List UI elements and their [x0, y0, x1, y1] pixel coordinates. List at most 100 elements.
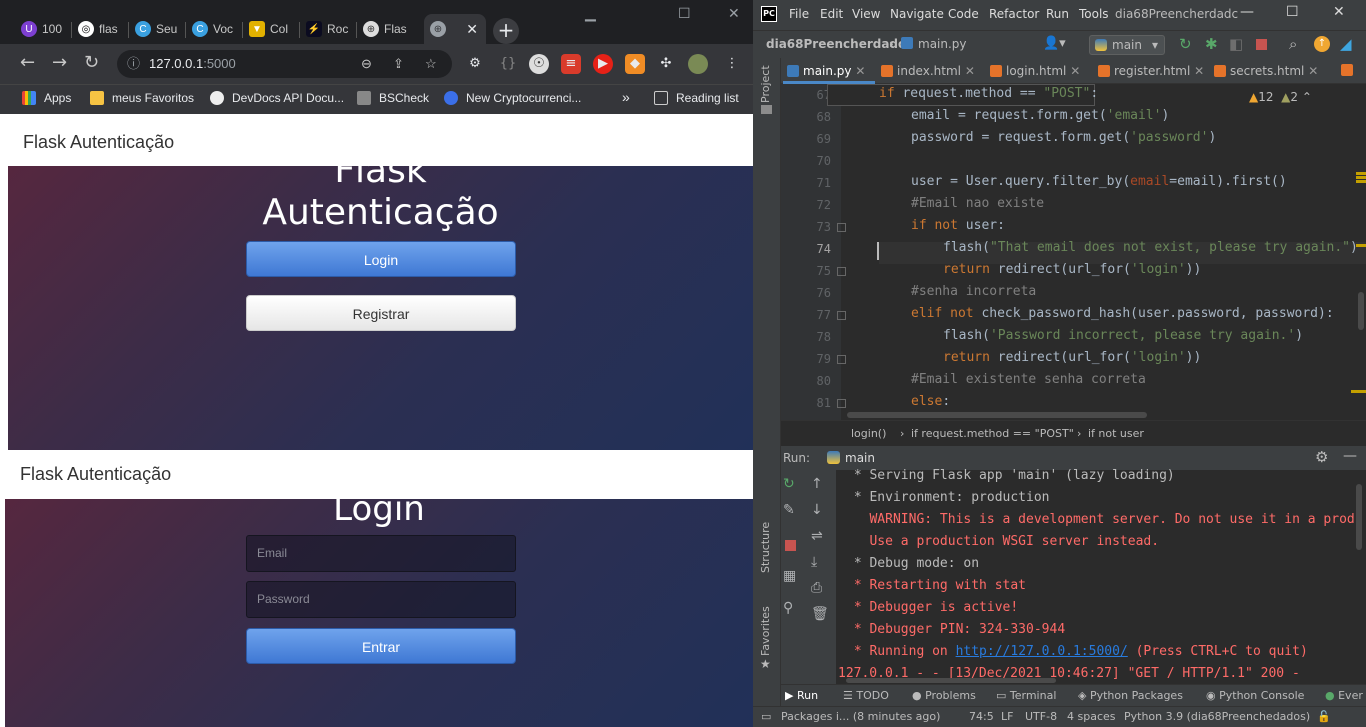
fold-marker-icon[interactable]: [837, 399, 846, 408]
fold-marker-icon[interactable]: [837, 223, 846, 232]
python-console-tool-tab[interactable]: ◉ Python Console: [1206, 689, 1304, 702]
zoom-icon[interactable]: ⊖: [361, 50, 372, 78]
bookmark-folder[interactable]: meus Favoritos: [90, 91, 194, 105]
editor-tab-secrets[interactable]: secrets.html ✕: [1210, 58, 1324, 84]
python-packages-tool-tab[interactable]: ◈ Python Packages: [1078, 689, 1183, 702]
extension-owl-icon[interactable]: ☉: [529, 54, 549, 74]
navbar-brand[interactable]: Flask Autenticação: [5, 450, 753, 499]
gear-icon[interactable]: ⚙: [1315, 448, 1328, 466]
back-icon[interactable]: ←: [20, 52, 35, 73]
chevron-up-icon[interactable]: ⌃: [1302, 90, 1312, 104]
extension-gear-icon[interactable]: ⚙: [465, 54, 485, 74]
menu-view[interactable]: View: [852, 7, 880, 21]
breadcrumb-item[interactable]: if not user: [1088, 427, 1144, 440]
vertical-scrollbar[interactable]: [1358, 292, 1364, 330]
event-log-tool-tab[interactable]: ● Ever: [1325, 689, 1363, 702]
run-tool-tab[interactable]: ▶ Run: [785, 689, 818, 702]
indent-setting[interactable]: 4 spaces: [1067, 710, 1116, 723]
fold-marker-icon[interactable]: [837, 311, 846, 320]
minimize-icon[interactable]: —: [1240, 4, 1254, 20]
file-encoding[interactable]: UTF-8: [1025, 710, 1057, 723]
breadcrumb-item[interactable]: if request.method == "POST": [911, 427, 1074, 440]
menu-tools[interactable]: Tools: [1079, 7, 1109, 21]
browser-tab-active[interactable]: ⊕ ✕: [424, 14, 486, 44]
extension-todoist-icon[interactable]: ≡: [561, 54, 581, 74]
run-console[interactable]: * Serving Flask app 'main' (lazy loading…: [836, 468, 1366, 684]
maximize-icon[interactable]: ☐: [678, 6, 691, 22]
editor-tab-index[interactable]: index.html ✕: [877, 58, 985, 84]
vertical-scrollbar[interactable]: [1356, 484, 1362, 550]
rerun-icon[interactable]: ↻: [783, 476, 795, 492]
up-arrow-icon[interactable]: ↑: [811, 476, 823, 492]
horizontal-scrollbar[interactable]: [847, 412, 1147, 418]
new-tab-button[interactable]: +: [493, 18, 519, 44]
password-field[interactable]: Password: [246, 581, 516, 618]
extensions-puzzle-icon[interactable]: ✣: [656, 54, 676, 74]
problems-tool-tab[interactable]: ● Problems: [912, 689, 976, 702]
run-tab[interactable]: main: [845, 451, 875, 465]
share-icon[interactable]: ⇪: [393, 50, 404, 78]
menu-edit[interactable]: Edit: [820, 7, 843, 21]
stop-icon[interactable]: [785, 540, 796, 551]
chrome-menu-icon[interactable]: ⋮: [722, 54, 742, 74]
extension-code-icon[interactable]: {}: [498, 54, 518, 74]
menu-file[interactable]: File: [789, 7, 809, 21]
line-separator[interactable]: LF: [1001, 710, 1013, 723]
browser-tab[interactable]: U 100: [15, 14, 72, 44]
rerun-icon[interactable]: ↻: [1179, 35, 1192, 53]
browser-tab[interactable]: ⚡ Roc: [300, 14, 357, 44]
menu-code[interactable]: Code: [948, 7, 979, 21]
editor-tab-register[interactable]: register.html ✕: [1094, 58, 1208, 84]
reload-icon[interactable]: ↻: [84, 52, 99, 73]
run-config-select[interactable]: main ▾: [1089, 35, 1165, 55]
browser-tab[interactable]: ◎ flas: [72, 14, 129, 44]
update-icon[interactable]: ↑: [1314, 36, 1330, 52]
bookmark-devdocs[interactable]: DevDocs API Docu...: [210, 91, 344, 105]
fold-marker-icon[interactable]: [837, 355, 846, 364]
menu-refactor[interactable]: Refactor: [989, 7, 1039, 21]
structure-tool-tab[interactable]: Structure: [759, 522, 772, 573]
browser-tab[interactable]: C Voc: [186, 14, 243, 44]
bookmark-crypto[interactable]: New Cryptocurrenci...: [444, 91, 581, 105]
layout-icon[interactable]: ▦: [783, 568, 796, 584]
browser-tab[interactable]: ⊕ Flas: [357, 14, 414, 44]
bookmark-star-icon[interactable]: ☆: [425, 50, 437, 78]
server-url-link[interactable]: http://127.0.0.1:5000/: [956, 644, 1128, 659]
navbar-brand[interactable]: Flask Autenticação: [8, 116, 753, 166]
inspection-widget[interactable]: ▲12 ▲2 ⌃: [1249, 90, 1312, 104]
stop-icon[interactable]: [1256, 39, 1267, 50]
register-button[interactable]: Registrar: [246, 295, 516, 331]
extension-metamask-icon[interactable]: ◆: [625, 54, 645, 74]
more-tabs-icon[interactable]: [1341, 64, 1353, 76]
cursor-position[interactable]: 74:5: [969, 710, 994, 723]
favorites-tool-tab[interactable]: Favorites: [759, 606, 772, 656]
login-button[interactable]: Login: [246, 241, 516, 277]
pin-icon[interactable]: ⚲: [783, 600, 793, 616]
close-window-icon[interactable]: ✕: [728, 6, 740, 22]
bookmark-apps[interactable]: Apps: [22, 91, 71, 105]
close-tab-icon[interactable]: ✕: [466, 21, 478, 38]
trash-icon[interactable]: 🗑: [811, 606, 829, 622]
address-bar[interactable]: ⓘ 127.0.0.1:5000 ⊖ ⇪ ☆: [117, 50, 452, 78]
soft-wrap-icon[interactable]: ⇌: [811, 528, 823, 544]
todo-tool-tab[interactable]: ☰ TODO: [843, 689, 889, 702]
jetbrains-icon[interactable]: ◢: [1340, 35, 1352, 53]
browser-tab[interactable]: ▼ Col: [243, 14, 300, 44]
scroll-to-end-icon[interactable]: ⤓: [811, 554, 817, 570]
close-window-icon[interactable]: ✕: [1333, 4, 1345, 20]
menu-run[interactable]: Run: [1046, 7, 1069, 21]
minimize-icon[interactable]: ▁: [585, 6, 596, 22]
breadcrumb-item[interactable]: login(): [851, 427, 886, 440]
editor-tab-main[interactable]: main.py ✕: [783, 58, 875, 84]
maximize-icon[interactable]: ☐: [1286, 4, 1299, 20]
terminal-tool-tab[interactable]: ▭ Terminal: [996, 689, 1056, 702]
coverage-icon[interactable]: ◧: [1229, 35, 1243, 53]
editor-tab-login[interactable]: login.html ✕: [986, 58, 1092, 84]
menu-navigate[interactable]: Navigate: [890, 7, 944, 21]
email-field[interactable]: Email: [246, 535, 516, 572]
hide-panel-icon[interactable]: —: [1343, 448, 1357, 464]
browser-tab[interactable]: C Seu: [129, 14, 186, 44]
code-editor[interactable]: 67 68 69 70 71 72 73 74 75 76 77 78 79 80 81 if reques…: [781, 84, 1366, 420]
breadcrumb-file[interactable]: main.py: [918, 37, 967, 51]
debug-bug-icon[interactable]: ✱: [1205, 35, 1218, 53]
